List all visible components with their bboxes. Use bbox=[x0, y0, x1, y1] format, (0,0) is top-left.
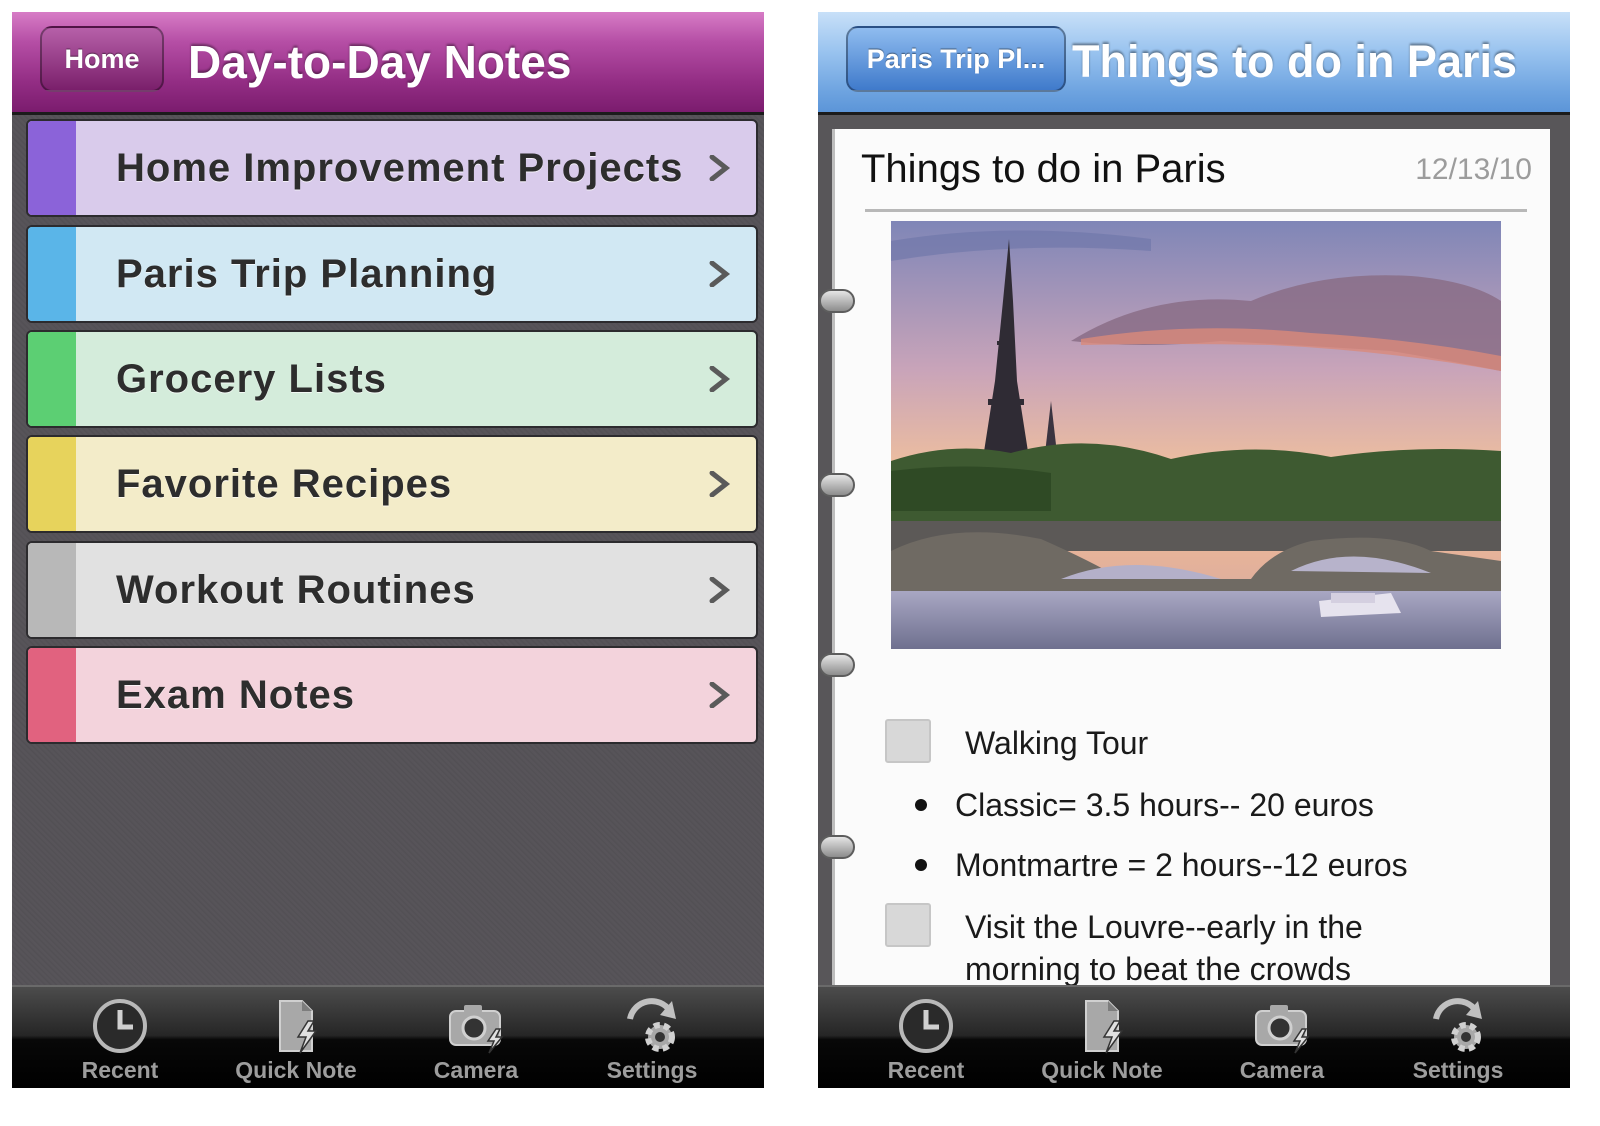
section-color-tab bbox=[28, 543, 76, 637]
section-label: Grocery Lists bbox=[116, 357, 387, 401]
tab-label: Settings bbox=[1412, 1057, 1504, 1083]
quick-note-icon bbox=[1085, 1000, 1124, 1054]
tab-label: Recent bbox=[81, 1057, 159, 1083]
settings-icon bbox=[627, 998, 676, 1052]
binder-ring bbox=[819, 653, 855, 677]
settings-icon bbox=[1433, 998, 1482, 1052]
task-text-line[interactable]: Visit the Louvre--early in the bbox=[965, 905, 1363, 949]
section-label: Exam Notes bbox=[116, 673, 355, 717]
tab-settings[interactable]: Settings bbox=[558, 987, 746, 1090]
section-label: Workout Routines bbox=[116, 568, 476, 612]
tab-recent[interactable]: Recent bbox=[832, 987, 1020, 1090]
task-text[interactable]: Walking Tour bbox=[965, 721, 1148, 765]
section-color-tab bbox=[28, 227, 76, 321]
section-color-tab bbox=[28, 437, 76, 531]
clock-icon bbox=[899, 999, 953, 1053]
section-row-exam-notes[interactable]: Exam Notes bbox=[26, 646, 758, 744]
section-color-tab bbox=[28, 121, 76, 215]
camera-icon bbox=[449, 1005, 504, 1054]
camera-icon bbox=[1255, 1005, 1310, 1054]
section-color-tab bbox=[28, 648, 76, 742]
section-label: Favorite Recipes bbox=[116, 462, 453, 506]
chevron-right-icon bbox=[709, 471, 731, 497]
chevron-right-icon bbox=[709, 577, 731, 603]
note-background: Things to do in Paris 12/13/10 Walking T… bbox=[818, 115, 1570, 989]
tab-label: Quick Note bbox=[235, 1057, 357, 1083]
tab-label: Camera bbox=[1239, 1057, 1325, 1083]
page-title: Things to do in Paris bbox=[1072, 36, 1518, 87]
section-label: Home Improvement Projects bbox=[116, 146, 684, 190]
bullet-text[interactable]: Montmartre = 2 hours--12 euros bbox=[955, 843, 1408, 887]
section-color-tab bbox=[28, 332, 76, 426]
tab-bar: Recent Quick Note Camera Settings bbox=[818, 985, 1570, 1088]
note-date: 12/13/10 bbox=[1415, 153, 1532, 186]
nav-bar: Home Day-to-Day Notes bbox=[12, 12, 764, 115]
note-screen: Paris Trip Pl... Things to do in Paris T… bbox=[818, 12, 1570, 1112]
bullet-point bbox=[915, 859, 927, 871]
back-button-label: Home bbox=[64, 43, 140, 74]
notebook-sections-screen: Home Day-to-Day Notes Home Improvement P… bbox=[12, 12, 764, 1112]
tab-camera[interactable]: Camera bbox=[1188, 987, 1376, 1090]
binder-ring bbox=[819, 289, 855, 313]
tab-settings[interactable]: Settings bbox=[1364, 987, 1552, 1090]
binder-ring bbox=[819, 835, 855, 859]
section-row-favorite-recipes[interactable]: Favorite Recipes bbox=[26, 435, 758, 533]
chevron-right-icon bbox=[709, 261, 731, 287]
bullet-text[interactable]: Classic= 3.5 hours-- 20 euros bbox=[955, 783, 1374, 827]
tab-label: Settings bbox=[606, 1057, 698, 1083]
tab-quick-note[interactable]: Quick Note bbox=[202, 987, 390, 1090]
task-checkbox-walking-tour[interactable] bbox=[885, 719, 931, 763]
title-divider bbox=[865, 209, 1527, 212]
section-list: Home Improvement Projects Paris Trip Pla… bbox=[12, 115, 764, 985]
tab-label: Quick Note bbox=[1041, 1057, 1163, 1083]
clock-icon bbox=[93, 999, 147, 1053]
section-row-home-improvement[interactable]: Home Improvement Projects bbox=[26, 119, 758, 217]
binder-ring bbox=[819, 473, 855, 497]
tab-quick-note[interactable]: Quick Note bbox=[1008, 987, 1196, 1090]
tab-bar: Recent Quick Note Camera Settings bbox=[12, 985, 764, 1088]
home-back-button[interactable]: Home bbox=[40, 26, 164, 92]
section-row-grocery-lists[interactable]: Grocery Lists bbox=[26, 330, 758, 428]
paris-trip-back-button[interactable]: Paris Trip Pl... bbox=[846, 26, 1066, 92]
back-button-label: Paris Trip Pl... bbox=[866, 43, 1046, 74]
section-row-workout-routines[interactable]: Workout Routines bbox=[26, 541, 758, 639]
tab-camera[interactable]: Camera bbox=[382, 987, 570, 1090]
nav-bar: Paris Trip Pl... Things to do in Paris bbox=[818, 12, 1570, 115]
tab-recent[interactable]: Recent bbox=[26, 987, 214, 1090]
task-checkbox-louvre[interactable] bbox=[885, 903, 931, 947]
section-label: Paris Trip Planning bbox=[116, 252, 498, 296]
bullet-point bbox=[915, 799, 927, 811]
eiffel-tower-photo[interactable] bbox=[891, 221, 1501, 649]
note-page[interactable]: Things to do in Paris 12/13/10 Walking T… bbox=[819, 129, 1550, 989]
page-title: Day-to-Day Notes bbox=[188, 36, 572, 88]
quick-note-icon bbox=[279, 1000, 318, 1054]
chevron-right-icon bbox=[709, 155, 731, 181]
chevron-right-icon bbox=[709, 366, 731, 392]
tab-label: Recent bbox=[887, 1057, 965, 1083]
section-row-paris-trip[interactable]: Paris Trip Planning bbox=[26, 225, 758, 323]
note-title[interactable]: Things to do in Paris bbox=[861, 147, 1226, 192]
tab-label: Camera bbox=[433, 1057, 519, 1083]
chevron-right-icon bbox=[709, 682, 731, 708]
